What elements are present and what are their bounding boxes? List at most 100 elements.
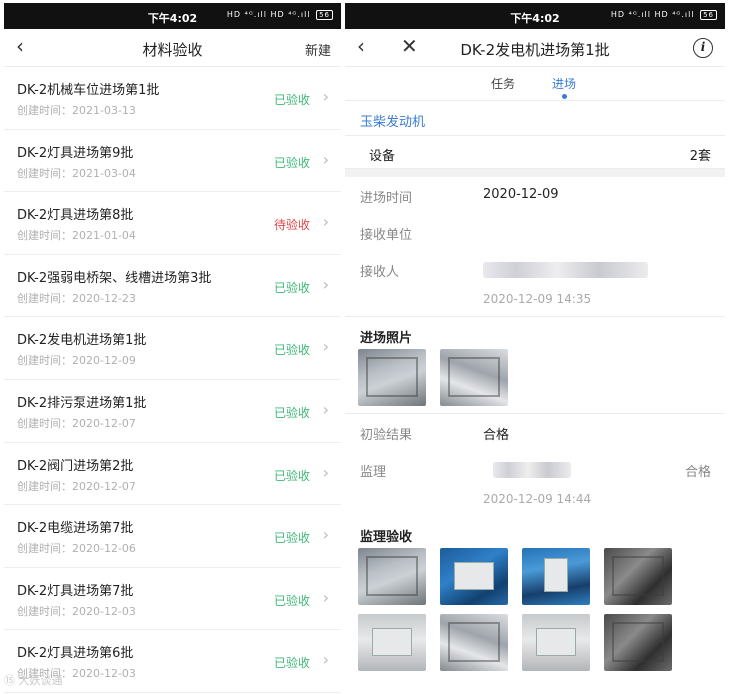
item-name: DK-2排污泵进场第1批 [17, 395, 147, 411]
list-item[interactable]: DK-2强弱电桥架、线槽进场第3批 创建时间：2020-12-23 已验收 › [4, 255, 341, 318]
item-created-date: 创建时间：2020-12-07 [17, 479, 136, 493]
item-name: DK-2灯具进场第9批 [17, 145, 134, 161]
signal-icons: HD ⁴ᴳ.ıll HD ⁴ᴳ.ıll 56 [611, 10, 717, 20]
item-name: DK-2灯具进场第6批 [17, 646, 134, 662]
new-button[interactable]: 新建 [305, 40, 331, 59]
supervision-photos-row-2 [345, 614, 725, 682]
supervision-photo[interactable] [440, 614, 508, 671]
acceptance-detail-screen: 下午4:02 HD ⁴ᴳ.ıll HD ⁴ᴳ.ıll 56 ‹ ✕ DK-2发电… [345, 3, 725, 694]
receiver-unit-row: 接收单位 [345, 214, 725, 251]
tab-task[interactable]: 任务 [491, 75, 515, 92]
entry-photos-title: 进场照片 [360, 331, 413, 346]
tab-bar: 任务 进场 [345, 67, 725, 101]
chevron-right-icon: › [322, 525, 329, 545]
supplier-link[interactable]: 玉柴发动机 [345, 101, 725, 136]
chevron-right-icon: › [322, 399, 329, 419]
item-created-date: 创建时间：2020-12-23 [17, 291, 136, 305]
status-bar: 下午4:02 HD ⁴ᴳ.ıll HD ⁴ᴳ.ıll 56 [345, 3, 725, 29]
active-tab-indicator [562, 94, 567, 99]
section-gap [345, 169, 725, 177]
initial-result-row: 初验结果 合格 [345, 414, 725, 451]
item-name: DK-2灯具进场第7批 [17, 583, 134, 599]
chevron-right-icon: › [322, 274, 329, 294]
item-created-date: 创建时间：2021-03-04 [17, 166, 136, 180]
supervisor-result: 合格 [684, 465, 711, 480]
item-name: DK-2电缆进场第7批 [17, 521, 134, 537]
status-badge: 已验收 [273, 656, 310, 671]
item-name: DK-2阀门进场第2批 [17, 458, 134, 474]
supervision-title: 监理验收 [360, 530, 413, 545]
chevron-right-icon: › [322, 462, 329, 482]
list-item[interactable]: DK-2排污泵进场第1批 创建时间：2020-12-07 已验收 › [4, 380, 341, 443]
supervision-photo[interactable] [358, 614, 426, 671]
list-item[interactable]: DK-2灯具进场第7批 创建时间：2020-12-03 已验收 › [4, 568, 341, 631]
status-badge: 已验收 [273, 280, 310, 295]
supervisor-row: 监理 合格 [345, 451, 725, 488]
receiver-row: 接收人 [345, 251, 725, 288]
item-created-date: 创建时间：2020-12-06 [17, 542, 136, 556]
page-title: 材料验收 [142, 41, 203, 59]
signal-icon: HD ⁴ᴳ.ıll HD ⁴ᴳ.ıll [610, 10, 695, 19]
initial-result-value: 合格 [483, 428, 510, 443]
list-item[interactable]: DK-2电缆进场第7批 创建时间：2020-12-06 已验收 › [4, 505, 341, 568]
receiver-timestamp: 2020-12-09 14:35 [483, 292, 592, 306]
supervision-photo[interactable] [604, 548, 672, 605]
supervisor-signature-blurred [493, 462, 571, 478]
device-row: 设备 2套 [345, 136, 725, 169]
status-badge: 已验收 [273, 468, 310, 483]
status-badge: 已验收 [273, 593, 310, 608]
status-badge: 已验收 [273, 155, 310, 170]
status-badge: 已验收 [273, 343, 310, 358]
list-item[interactable]: DK-2灯具进场第9批 创建时间：2021-03-04 已验收 › [4, 130, 341, 193]
device-quantity: 2套 [689, 149, 711, 164]
signal-icon: HD ⁴ᴳ.ıll HD ⁴ᴳ.ıll [226, 10, 311, 19]
item-name: DK-2强弱电桥架、线槽进场第3批 [17, 270, 212, 286]
supervision-photo[interactable] [522, 548, 590, 605]
acceptance-list: DK-2机械车位进场第1批 创建时间：2021-03-13 已验收 › DK-2… [4, 67, 341, 693]
item-created-date: 创建时间：2021-03-13 [17, 104, 136, 117]
status-badge: 已验收 [273, 531, 310, 546]
chevron-right-icon: › [322, 337, 329, 357]
item-name: DK-2发电机进场第1批 [17, 333, 147, 349]
receiver-signature-blurred [483, 262, 648, 278]
chevron-right-icon: › [322, 149, 329, 169]
list-item[interactable]: DK-2灯具进场第8批 创建时间：2021-01-04 待验收 › [4, 192, 341, 255]
item-name: DK-2机械车位进场第1批 [17, 83, 160, 98]
supervision-photo[interactable] [358, 548, 426, 605]
chevron-right-icon: › [322, 650, 329, 670]
entry-photo[interactable] [440, 349, 508, 406]
supervision-photo[interactable] [604, 614, 672, 671]
status-bar: 下午4:02 HD ⁴ᴳ.ıll HD ⁴ᴳ.ıll 56 [4, 3, 341, 29]
supervisor-timestamp: 2020-12-09 14:44 [483, 492, 592, 506]
signal-icons: HD ⁴ᴳ.ıll HD ⁴ᴳ.ıll 56 [227, 10, 333, 20]
item-name: DK-2灯具进场第8批 [17, 208, 134, 224]
page-title: DK-2发电机进场第1批 [460, 41, 610, 59]
entry-time-value: 2020-12-09 [483, 187, 559, 202]
nav-bar: ‹ 材料验收 新建 [4, 29, 341, 67]
initial-result-label: 初验结果 [360, 428, 413, 443]
battery-icon: 56 [700, 10, 717, 20]
supervision-photos-row-1 [345, 546, 725, 614]
list-item[interactable]: DK-2阀门进场第2批 创建时间：2020-12-07 已验收 › [4, 443, 341, 506]
supervisor-label: 监理 [360, 465, 387, 480]
entry-time-row: 进场时间 2020-12-09 [345, 177, 725, 214]
device-label: 设备 [369, 149, 396, 164]
status-badge: 已验收 [273, 93, 310, 107]
receiver-label: 接收人 [360, 265, 400, 280]
battery-icon: 56 [316, 10, 333, 20]
entry-photo[interactable] [358, 349, 426, 406]
tab-entry[interactable]: 进场 [552, 75, 576, 92]
chevron-right-icon: › [322, 587, 329, 607]
supervision-photo[interactable] [522, 614, 590, 671]
material-acceptance-list-screen: 下午4:02 HD ⁴ᴳ.ıll HD ⁴ᴳ.ıll 56 ‹ 材料验收 新建 … [4, 3, 341, 694]
status-badge: 已验收 [273, 405, 310, 420]
list-item[interactable]: DK-2机械车位进场第1批 创建时间：2021-03-13 已验收 › [4, 67, 341, 130]
supervision-photo[interactable] [440, 548, 508, 605]
info-icon[interactable]: i [693, 38, 713, 58]
chevron-right-icon: › [322, 212, 329, 232]
status-badge: 待验收 [273, 218, 310, 233]
list-item[interactable]: DK-2发电机进场第1批 创建时间：2020-12-09 已验收 › [4, 317, 341, 380]
item-created-date: 创建时间：2021-01-04 [17, 229, 136, 243]
chevron-right-icon: › [322, 87, 329, 106]
entry-photos [345, 347, 725, 413]
